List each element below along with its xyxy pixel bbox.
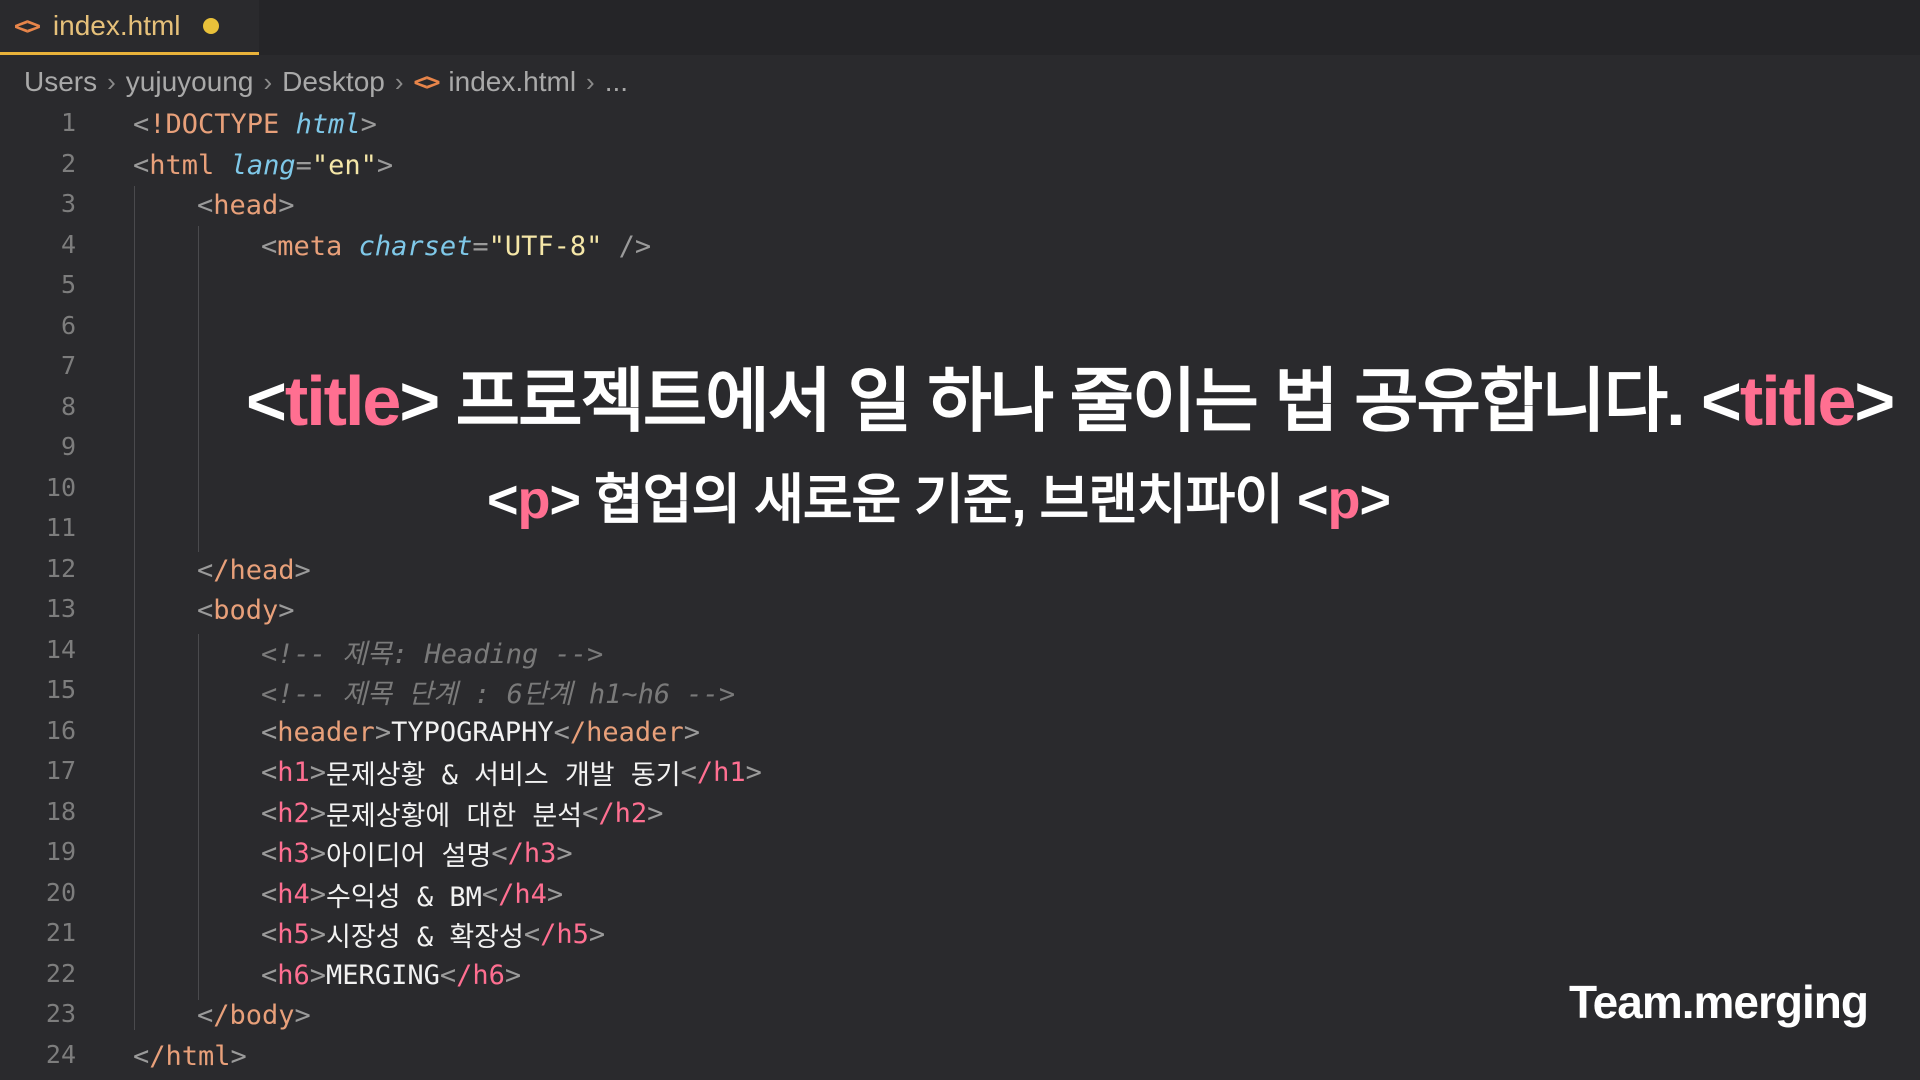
code-line[interactable]: < h4 > 수익성 & BM </h4 > — [0, 874, 1920, 914]
attr-value: "en" — [311, 149, 377, 181]
line-number: 10 — [45, 473, 76, 502]
code-line[interactable]: < header > TYPOGRAPHY </header > — [0, 712, 1920, 752]
code-comment: <!-- 제목: Heading --> — [261, 638, 604, 670]
tag-name: /h1 — [696, 756, 746, 788]
code-line[interactable]: < !DOCTYPE html > — [0, 104, 1920, 144]
line-number: 7 — [60, 351, 76, 380]
line-number: 9 — [60, 432, 76, 461]
headline-text: 프로젝트에서 일 하나 줄이는 법 공유합니다. — [438, 362, 1702, 440]
element-text: 시장성 & 확장성 — [326, 921, 524, 953]
breadcrumb-item[interactable]: Desktop — [282, 66, 385, 98]
code-line[interactable]: <!-- 제목 단계 : 6단계 h1~h6 --> — [0, 671, 1920, 711]
tag-name: meta — [277, 230, 343, 262]
p-open-tag: <p> — [487, 470, 581, 530]
element-text: 문제상황에 대한 분석 — [326, 800, 583, 832]
line-number: 11 — [45, 513, 76, 542]
tag-name: h2 — [277, 797, 310, 829]
tab-index-html[interactable]: <> index.html — [0, 0, 259, 55]
code-line[interactable]: <!-- 제목: Heading --> — [0, 631, 1920, 671]
attr-name: charset — [358, 230, 473, 262]
attr-name: lang — [230, 149, 296, 181]
brand-logo-text: Team.merging — [1569, 976, 1869, 1028]
subtitle-text: 협업의 새로운 기준, 브랜치파이 — [580, 470, 1297, 530]
code-line[interactable]: < head > — [0, 185, 1920, 225]
tag-name: /h3 — [507, 837, 557, 869]
title-open-tag: <title> — [246, 362, 440, 440]
element-text: 문제상황 & 서비스 개발 동기 — [326, 759, 681, 791]
tag-name: h3 — [277, 837, 310, 869]
line-number: 6 — [60, 311, 76, 340]
element-text: 아이디어 설명 — [326, 840, 492, 872]
code-line[interactable]: < html lang = "en" > — [0, 145, 1920, 185]
tag-name: html — [149, 149, 215, 181]
tag-name: /h4 — [498, 878, 547, 910]
chevron-right-icon: › — [586, 66, 595, 97]
doctype-value: html — [295, 108, 361, 140]
element-text: MERGING — [326, 959, 440, 991]
tag-name: h1 — [277, 756, 310, 788]
tag-name: h6 — [277, 959, 310, 991]
tag-name: /html — [149, 1040, 231, 1072]
element-text: TYPOGRAPHY — [391, 716, 554, 748]
line-number: 8 — [60, 392, 76, 421]
tag-name: /head — [213, 554, 295, 586]
p-close-tag: <p> — [1296, 470, 1391, 530]
tag-name: /h5 — [540, 918, 589, 950]
code-file-icon: <> — [413, 68, 441, 96]
headline-subtitle: <p> 협업의 새로운 기준, 브랜치파이 <p> — [487, 455, 1391, 534]
breadcrumb-item[interactable]: yujuyoung — [126, 66, 254, 98]
code-line[interactable]: </html > — [0, 1036, 1920, 1076]
tag-name: /body — [213, 999, 295, 1031]
code-line[interactable]: < h1 > 문제상황 & 서비스 개발 동기 </h1 > — [0, 752, 1920, 792]
code-file-icon: <> — [14, 12, 41, 40]
tag-name: /h2 — [598, 797, 648, 829]
tag-name: /h6 — [456, 959, 505, 991]
code-editor[interactable]: 1 2 3 4 5 6 7 8 9 10 11 12 13 14 15 16 1… — [0, 104, 1920, 1080]
code-comment: <!-- 제목 단계 : 6단계 h1~h6 --> — [261, 678, 736, 710]
tag-name: h4 — [277, 878, 310, 910]
code-line[interactable]: </head > — [0, 550, 1920, 590]
tag-name: head — [213, 189, 279, 221]
title-close-tag: <title> — [1701, 362, 1895, 440]
chevron-right-icon: › — [263, 66, 273, 97]
breadcrumb-item[interactable]: Users — [24, 66, 97, 98]
tag-name: /header — [569, 716, 684, 748]
headline-title: <title> 프로젝트에서 일 하나 줄이는 법 공유합니다. <title> — [246, 345, 1895, 446]
element-text: 수익성 & BM — [326, 881, 482, 913]
tab-label: index.html — [52, 10, 181, 41]
code-line[interactable]: < h5 > 시장성 & 확장성 </h5 > — [0, 914, 1920, 954]
code-line[interactable]: < h2 > 문제상황에 대한 분석 </h2 > — [0, 793, 1920, 833]
code-line[interactable]: < body > — [0, 590, 1920, 630]
doctype-keyword: !DOCTYPE — [149, 108, 280, 140]
line-number: 5 — [60, 270, 76, 299]
tag-name: header — [277, 716, 375, 748]
chevron-right-icon: › — [107, 66, 116, 97]
breadcrumb-item[interactable]: index.html — [448, 66, 576, 98]
tab-bar: <> index.html — [0, 0, 1920, 55]
code-line[interactable]: < h3 > 아이디어 설명 </h3 > — [0, 833, 1920, 873]
breadcrumb-item[interactable]: ... — [605, 66, 628, 98]
breadcrumb: Users › yujuyoung › Desktop › <> index.h… — [24, 62, 628, 102]
chevron-right-icon: › — [394, 66, 404, 97]
unsaved-dot-icon[interactable] — [202, 18, 219, 34]
tag-name: body — [213, 594, 279, 626]
attr-value: "UTF-8" — [488, 230, 603, 262]
code-line[interactable]: < meta charset = "UTF-8" /> — [0, 226, 1920, 266]
tag-name: h5 — [277, 918, 310, 950]
indent-guide — [198, 226, 199, 552]
